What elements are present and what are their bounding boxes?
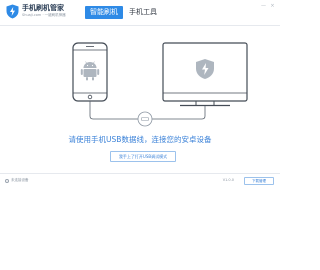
tab-smart-flash[interactable]: 智能刷机: [85, 6, 123, 19]
brand-title: 手机刷机管家: [22, 4, 64, 12]
title-bar: 手机刷机管家 Shuaji.com · 一键刷机神器 智能刷机 手机工具 — ×: [0, 0, 280, 26]
android-icon: [80, 61, 100, 81]
close-icon[interactable]: ×: [270, 4, 275, 9]
tab-phone-tools[interactable]: 手机工具: [124, 6, 162, 19]
connect-prompt: 请使用手机USB数据线，连接您的安卓设备: [68, 135, 212, 144]
usb-cable-icon: [89, 101, 206, 127]
app-window: 手机刷机管家 Shuaji.com · 一键刷机神器 智能刷机 手机工具 — ×: [0, 0, 280, 270]
status-dot-icon: [5, 178, 9, 183]
brand-subtitle: Shuaji.com · 一键刷机神器: [22, 13, 66, 17]
empty-background: [0, 187, 280, 270]
window-controls: — ×: [261, 4, 275, 9]
download-manager-button[interactable]: 下载管理: [244, 177, 274, 185]
status-bar: 未连接设备 V1.0.0 下载管理: [0, 173, 280, 187]
status-text: 未连接设备: [11, 178, 29, 182]
minimize-icon[interactable]: —: [261, 4, 266, 9]
connection-illustration: [72, 42, 248, 127]
usb-debug-help-button[interactable]: 我手上了打开USB调试模式: [110, 151, 176, 162]
monitor-shield-icon: [196, 59, 214, 79]
shield-lightning-icon: [6, 4, 19, 19]
version-label: V1.0.0: [222, 178, 234, 182]
connection-status: 未连接设备: [5, 178, 29, 183]
